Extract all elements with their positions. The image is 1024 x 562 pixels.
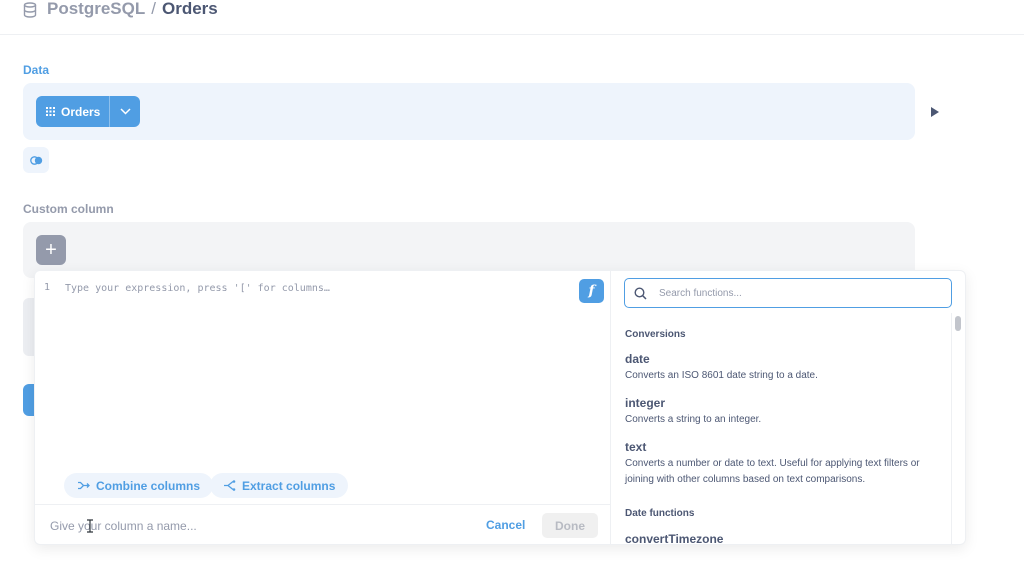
extract-columns-label: Extract columns	[242, 478, 336, 493]
breadcrumb: PostgreSQL / Orders	[47, 0, 218, 19]
line-number: 1	[44, 282, 51, 293]
function-category: Conversions	[625, 329, 686, 340]
function-search[interactable]	[624, 278, 952, 308]
function-item-converttimezone[interactable]: convertTimezone	[625, 532, 723, 544]
top-bar: PostgreSQL / Orders	[0, 0, 1024, 35]
custom-column-section-label: Custom column	[23, 202, 114, 216]
join-button[interactable]	[23, 147, 49, 173]
breadcrumb-separator: /	[151, 0, 156, 18]
function-search-input[interactable]	[657, 284, 937, 302]
function-description: Converts a number or date to text. Usefu…	[625, 458, 920, 485]
combine-columns-label: Combine columns	[96, 478, 201, 493]
function-item-text[interactable]: text	[625, 440, 646, 454]
table-selector[interactable]: Orders	[36, 96, 141, 127]
function-browser-pane: Conversions date Converts an ISO 8601 da…	[612, 271, 965, 544]
function-category: Date functions	[625, 508, 695, 519]
combine-icon	[78, 481, 90, 490]
function-list-scroll-track	[951, 313, 952, 544]
function-list-scrollbar[interactable]	[955, 316, 961, 331]
extract-icon	[224, 480, 236, 491]
function-item-integer[interactable]: integer	[625, 396, 665, 410]
data-step: Orders	[23, 83, 915, 140]
combine-columns-button[interactable]: Combine columns	[64, 473, 214, 498]
join-icon	[29, 155, 42, 165]
grid-icon	[46, 107, 55, 116]
table-name: Orders	[61, 104, 101, 119]
function-description: Converts a string to an integer.	[625, 414, 762, 425]
data-section-label: Data	[23, 63, 50, 77]
extract-columns-button[interactable]: Extract columns	[210, 473, 349, 498]
cancel-button[interactable]: Cancel	[486, 518, 525, 532]
expression-editor-popover: 1 f Combine columns Extract columns Canc…	[34, 270, 966, 545]
editor-footer: Cancel Done	[35, 504, 611, 544]
chevron-down-icon	[120, 108, 131, 115]
breadcrumb-database[interactable]: PostgreSQL	[47, 0, 145, 19]
expression-input[interactable]	[63, 279, 563, 297]
text-cursor-icon	[87, 519, 93, 533]
table-columns-dropdown[interactable]	[110, 96, 140, 127]
function-description: Converts an ISO 8601 date string to a da…	[625, 370, 818, 381]
add-custom-column-button[interactable]: +	[36, 235, 66, 265]
function-browser-button[interactable]: f	[579, 279, 604, 303]
done-button[interactable]: Done	[542, 513, 598, 538]
function-item-date[interactable]: date	[625, 352, 650, 366]
breadcrumb-table: Orders	[161, 0, 218, 18]
database-icon	[23, 2, 37, 18]
table-selector-main[interactable]: Orders	[36, 96, 111, 127]
preview-play-icon[interactable]	[931, 107, 939, 117]
expression-editor-pane: 1 f Combine columns Extract columns Canc…	[35, 271, 611, 544]
search-icon	[634, 287, 647, 300]
